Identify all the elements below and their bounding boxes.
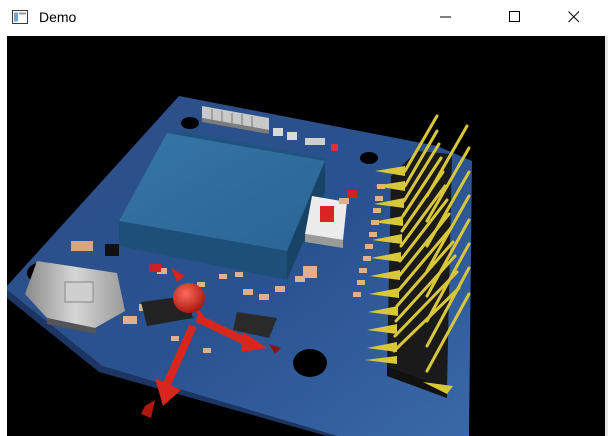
app-window: Demo xyxy=(0,0,608,436)
red-led xyxy=(149,264,161,272)
minimize-button[interactable] xyxy=(424,0,470,35)
maximize-icon xyxy=(509,11,520,22)
3d-viewport[interactable] xyxy=(7,36,605,436)
close-icon xyxy=(568,11,580,23)
app-icon xyxy=(12,10,28,24)
window-left-border xyxy=(0,36,7,436)
red-led xyxy=(347,190,357,198)
window-title: Demo xyxy=(39,9,77,25)
title-bar[interactable]: Demo xyxy=(0,0,608,35)
close-button[interactable] xyxy=(552,0,598,35)
maximize-button[interactable] xyxy=(493,0,539,35)
minimize-icon xyxy=(440,16,451,18)
pcb-3d-scene xyxy=(7,96,472,436)
